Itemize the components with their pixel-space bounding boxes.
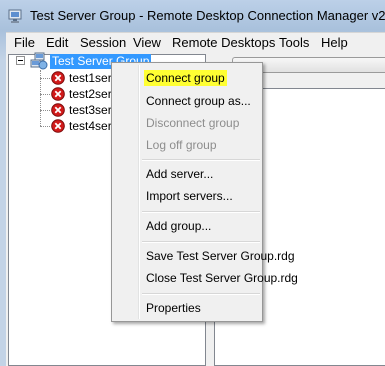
menu-item-close-file[interactable]: Close Test Server Group.rdg [146, 270, 298, 286]
menu-item-log-off-group[interactable]: Log off group [146, 137, 217, 153]
collapse-toggle-icon[interactable] [16, 56, 25, 65]
tree-connector [40, 110, 50, 111]
menu-item-properties[interactable]: Properties [146, 300, 201, 316]
menu-separator [142, 293, 260, 295]
menu-file[interactable]: File [14, 35, 35, 50]
server-group-icon [30, 52, 48, 70]
menu-view[interactable]: View [133, 35, 161, 50]
menu-gutter [138, 65, 140, 319]
error-icon [51, 71, 65, 85]
title-bar[interactable]: Test Server Group - Remote Desktop Conne… [0, 0, 385, 32]
error-icon [51, 87, 65, 101]
menu-separator [142, 159, 260, 161]
menu-remote-desktops[interactable]: Remote Desktops [172, 35, 275, 50]
error-icon [51, 119, 65, 133]
menu-separator [142, 241, 260, 243]
menu-item-add-group[interactable]: Add group... [146, 218, 211, 234]
menu-item-add-server[interactable]: Add server... [146, 166, 213, 182]
menu-tools[interactable]: Tools [279, 35, 309, 50]
context-menu: Connect group Connect group as... Discon… [111, 62, 298, 322]
error-icon [51, 103, 65, 117]
tree-connector [40, 126, 50, 127]
menu-session[interactable]: Session [80, 35, 126, 50]
menu-help[interactable]: Help [321, 35, 348, 50]
menu-item-save-file[interactable]: Save Test Server Group.rdg [146, 248, 295, 264]
menu-bar: File Edit Session View Remote Desktops T… [6, 32, 385, 53]
tree-connector [40, 78, 50, 79]
menu-item-connect-group-as[interactable]: Connect group as... [146, 93, 251, 109]
menu-item-import-servers[interactable]: Import servers... [146, 188, 233, 204]
tree-connector [40, 94, 50, 95]
menu-separator [142, 211, 260, 213]
menu-edit[interactable]: Edit [46, 35, 68, 50]
app-window: Test Server Group - Remote Desktop Conne… [0, 0, 385, 366]
menu-item-connect-group[interactable]: Connect group [144, 70, 227, 86]
window-title: Test Server Group - Remote Desktop Conne… [30, 8, 385, 23]
app-icon [8, 9, 22, 23]
menu-item-disconnect-group[interactable]: Disconnect group [146, 115, 239, 131]
